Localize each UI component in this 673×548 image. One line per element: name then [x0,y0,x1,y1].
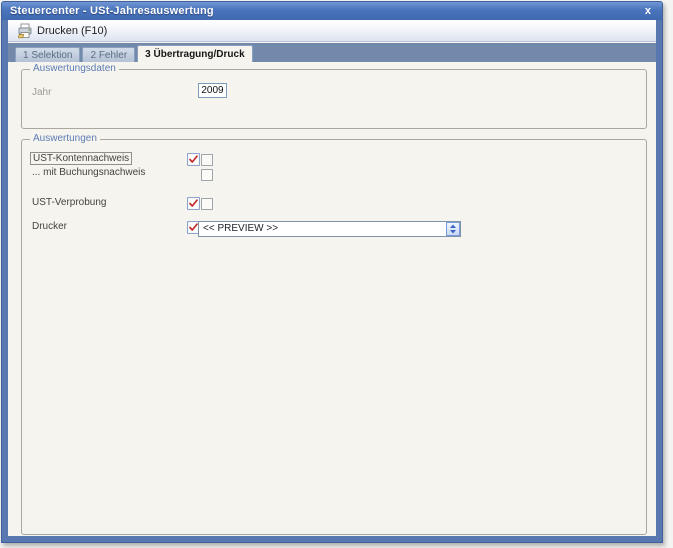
group-auswertungen: Auswertungen UST-Kontennachweis ... mit … [21,133,647,535]
ust-kontennachweis-label: UST-Kontennachweis [30,152,133,165]
print-button-label: Drucken (F10) [37,24,108,37]
app-window: Steuercenter - USt-Jahresauswertung x Dr… [1,1,663,543]
tab-selektion[interactable]: 1 Selektion [15,47,81,62]
close-icon[interactable]: x [642,5,654,17]
jahr-input[interactable] [198,83,227,98]
toolbar: Drucken (F10) [8,20,656,42]
mit-buchungsnachweis-checkbox[interactable] [201,169,213,181]
ust-verprobung-label: UST-Verprobung [32,197,107,208]
tab-strip: 1 Selektion 2 Fehler 3 Übertragung/Druck [8,43,656,62]
tab-uebertragung-druck-label: 3 Übertragung/Druck [145,49,245,60]
ust-verprobung-checkbox[interactable] [201,198,213,210]
mit-buchungsnachweis-label: ... mit Buchungsnachweis [32,167,146,178]
drucker-combobox-value: << PREVIEW >> [203,223,279,234]
title-bar: Steuercenter - USt-Jahresauswertung x [2,2,662,20]
ust-kontennachweis-checkbox[interactable] [201,154,213,166]
group-auswertungsdaten: Auswertungsdaten Jahr [21,63,647,129]
jahr-label: Jahr [32,87,52,98]
tab-selektion-label: 1 Selektion [23,50,73,61]
up-down-arrows-icon [449,224,457,234]
tab-uebertragung-druck[interactable]: 3 Übertragung/Druck [137,45,253,62]
group-auswertungsdaten-legend: Auswertungsdaten [30,63,119,75]
drucker-dropdown-button[interactable] [446,222,460,236]
print-button[interactable]: Drucken (F10) [12,21,112,41]
printer-icon [17,23,33,39]
ust-kontennachweis-checked-icon[interactable] [187,153,200,166]
ust-verprobung-checked-icon[interactable] [187,197,200,210]
tab-fehler[interactable]: 2 Fehler [82,47,136,62]
window-title: Steuercenter - USt-Jahresauswertung [10,5,214,17]
tab-fehler-label: 2 Fehler [90,50,128,61]
group-auswertungen-legend: Auswertungen [30,133,100,145]
tab-page-uebertragung-druck: Auswertungsdaten Jahr Auswertungen UST-K… [8,62,656,536]
client-area: Drucken (F10) 1 Selektion 2 Fehler 3 Übe… [8,20,656,536]
drucker-label: Drucker [32,221,68,232]
drucker-combobox[interactable]: << PREVIEW >> [198,221,461,237]
